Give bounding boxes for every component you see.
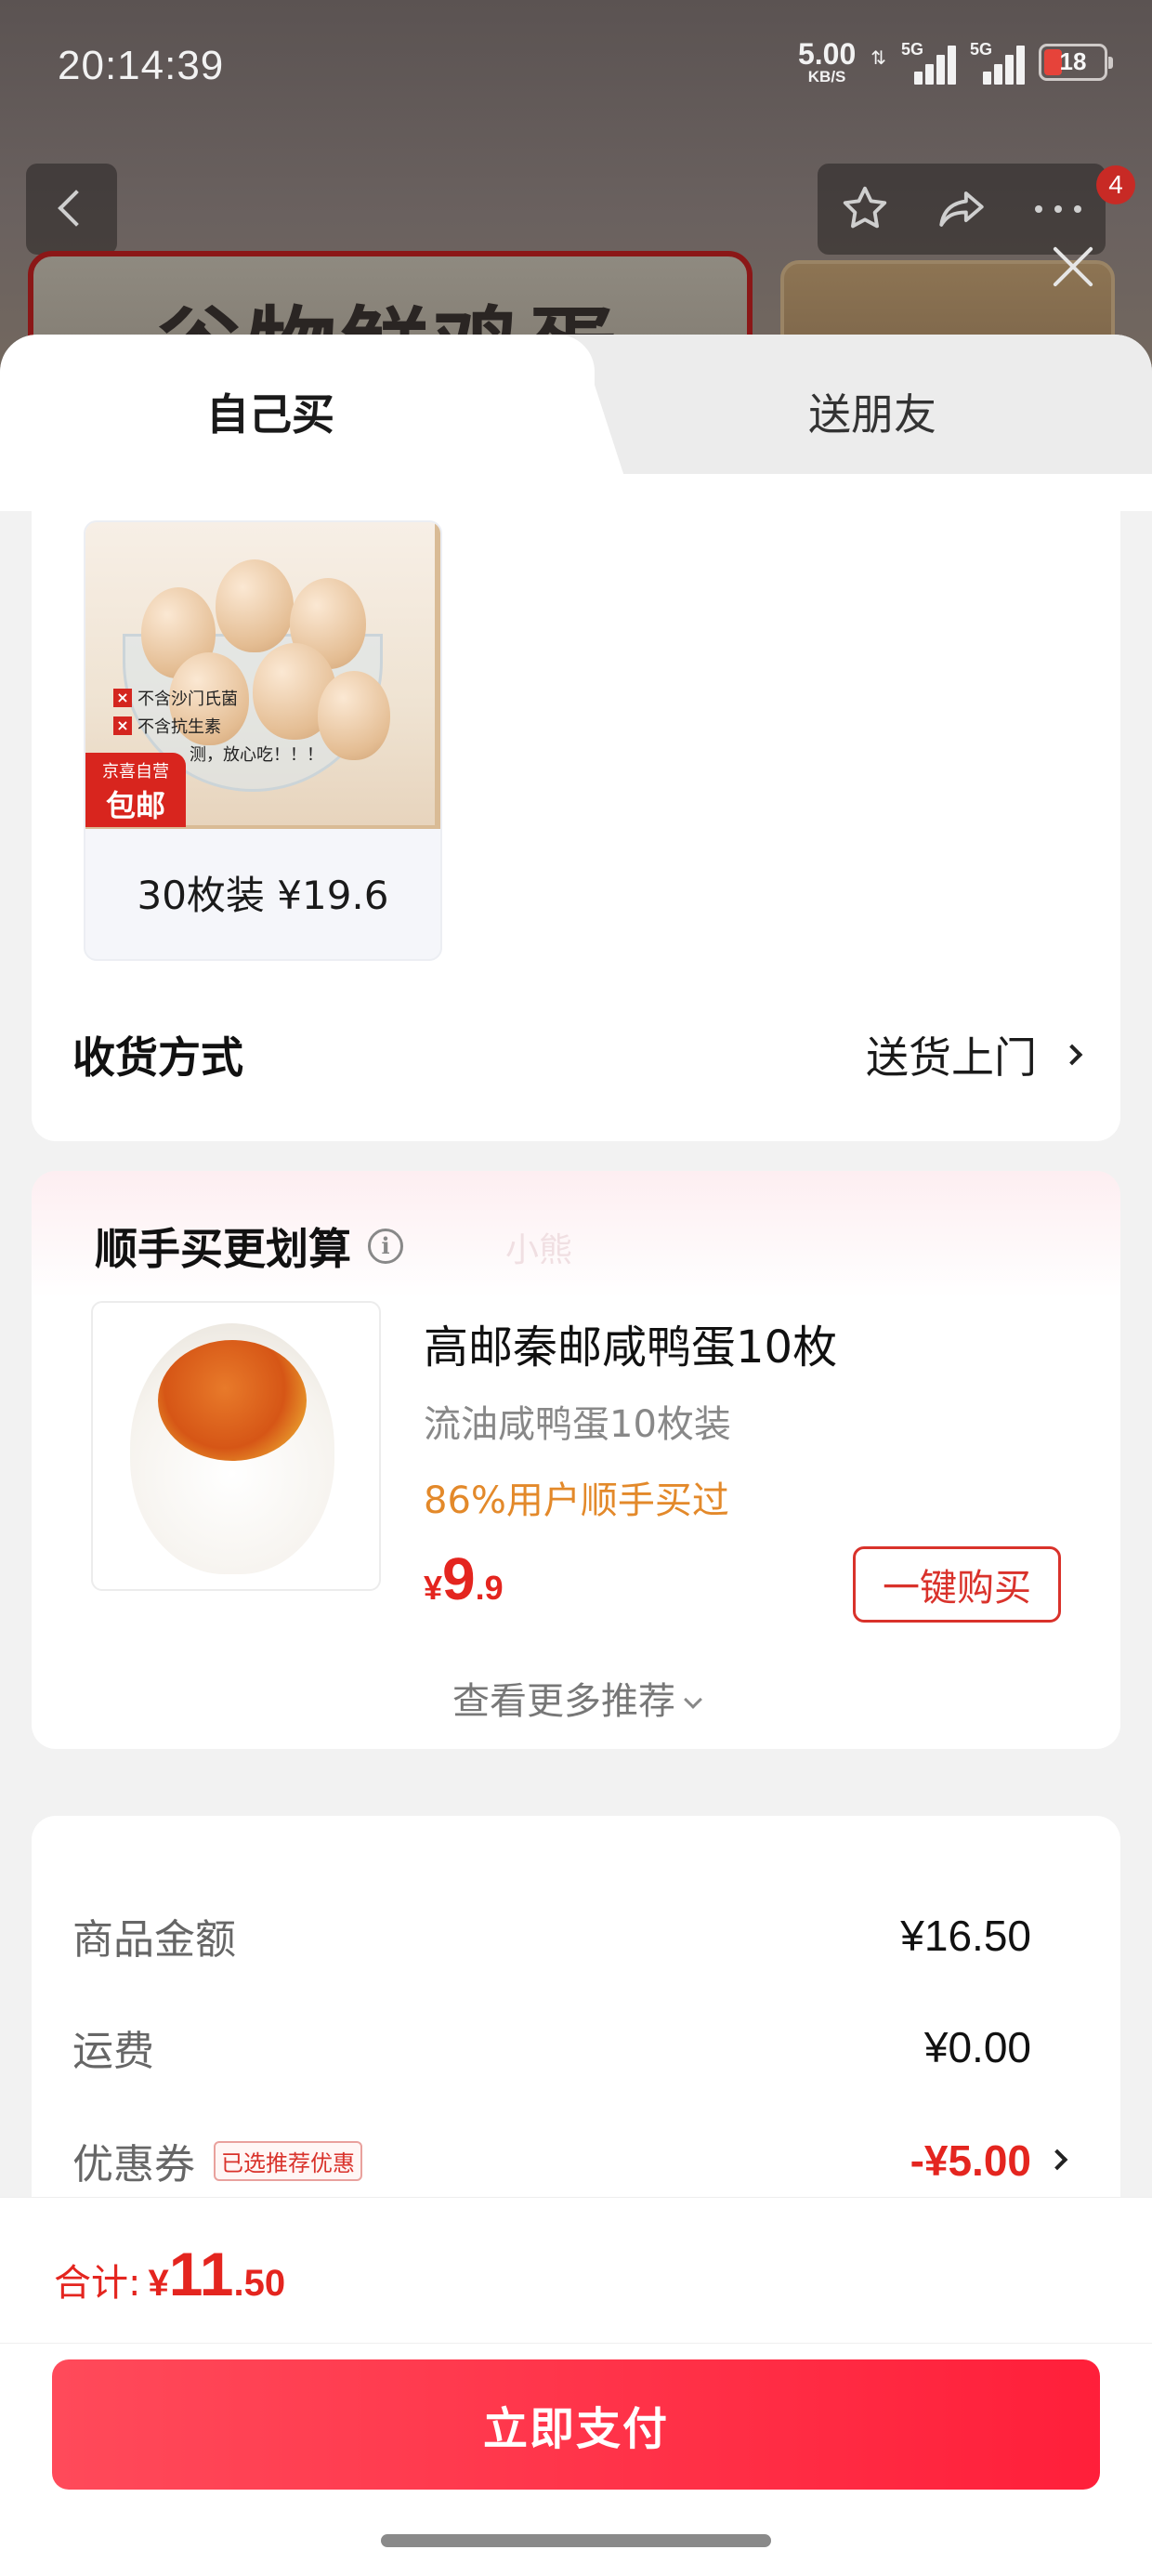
goods-amount-row: 商品金额 ¥16.50: [72, 1903, 1031, 1968]
signal-icon: 5G: [970, 39, 1025, 85]
signal-label: 5G: [970, 39, 993, 59]
coupon-recommended-tag: 已选推荐优惠: [214, 2140, 362, 2181]
tab-self-buy-label[interactable]: 自己买: [206, 381, 334, 442]
price-currency: ¥: [424, 1569, 443, 1607]
signal-label: 5G: [901, 39, 924, 59]
total-currency: ¥: [148, 2263, 169, 2304]
coupon-value: -¥5.00: [910, 2136, 1031, 2185]
back-arrow-icon: [26, 164, 117, 255]
home-indicator[interactable]: [381, 2534, 771, 2547]
recommended-product-image[interactable]: [91, 1301, 381, 1591]
share-icon: [939, 191, 984, 227]
shipping-row: 运费 ¥0.00: [72, 2015, 1031, 2080]
product-label-2: 不含抗生素: [137, 717, 221, 737]
delivery-value: 送货上门: [866, 1032, 1037, 1083]
total-amount: 合计: ¥ 11 .50: [54, 2239, 285, 2309]
delivery-method-row[interactable]: 收货方式 送货上门: [72, 1022, 1083, 1087]
sheet-top-strip: [0, 474, 1152, 511]
product-image: × 不含沙门氏菌 × 不含抗生素 测，放心吃！！！ 京喜自营 包邮: [85, 522, 440, 829]
coupon-label: 优惠券: [72, 2141, 195, 2188]
recommendation-card: 顺手买更划算 i 小熊 高邮秦邮咸鸭蛋10枚 流油咸鸭蛋10枚装 86%用户顺手…: [32, 1171, 1120, 1749]
see-more-recommendations[interactable]: 查看更多推荐: [32, 1671, 1120, 1725]
shipping-value: ¥0.00: [923, 2023, 1031, 2071]
battery-icon: 18: [1039, 43, 1113, 81]
purchase-tabs: 自己买 送朋友: [0, 335, 1152, 493]
product-spec-price: 30枚装 ¥19.6: [137, 873, 389, 918]
tab-gift[interactable]: 送朋友: [808, 381, 936, 442]
chevron-right-icon: [1061, 1044, 1083, 1066]
total-integer: 11: [168, 2240, 234, 2308]
price-summary-card: 商品金额 ¥16.50 运费 ¥0.00 优惠券 已选推荐优惠 -¥5.00: [32, 1816, 1120, 2243]
recommended-product-subtitle: 流油咸鸭蛋10枚装: [424, 1403, 731, 1446]
close-icon[interactable]: [1050, 243, 1096, 290]
price-decimal: .9: [475, 1569, 504, 1607]
battery-level: 18: [1059, 46, 1087, 75]
background-page-overlay: 20:14:39 5.00 KB/S ⇅ 5G 5G 18 4: [0, 0, 1152, 390]
pay-now-button[interactable]: 立即支付: [52, 2359, 1100, 2490]
one-click-buy-button[interactable]: 一键购买: [853, 1546, 1061, 1623]
chevron-right-icon: [1046, 2149, 1068, 2171]
shipping-label: 运费: [72, 2028, 154, 2075]
network-speed-value: 5.00: [797, 37, 857, 71]
goods-amount-value: ¥16.50: [900, 1912, 1031, 1960]
data-arrows-icon: ⇅: [871, 46, 886, 69]
delivery-value-group: 送货上门: [866, 1024, 1083, 1085]
coupon-row[interactable]: 优惠券 已选推荐优惠 -¥5.00: [72, 2128, 1031, 2193]
background-action-bar: [818, 164, 1106, 255]
status-icons: 5.00 KB/S ⇅ 5G 5G 18: [798, 39, 1113, 85]
total-decimal: .50: [233, 2263, 286, 2304]
goods-amount-label: 商品金额: [72, 1916, 236, 1964]
more-dots-icon: [1035, 205, 1081, 213]
status-time: 20:14:39: [58, 43, 225, 88]
delivery-label: 收货方式: [72, 1032, 243, 1083]
recommended-product-stat: 86%用户顺手买过: [424, 1479, 729, 1522]
recommended-product-price: ¥ 9 .9: [424, 1544, 504, 1613]
network-speed: 5.00 KB/S: [798, 39, 856, 85]
see-more-label: 查看更多推荐: [452, 1680, 675, 1723]
cart-count-badge: 4: [1096, 165, 1135, 204]
star-icon: [843, 186, 887, 229]
badge-top-text: 京喜自营: [102, 762, 169, 782]
watermark: 小熊: [505, 1231, 573, 1269]
total-label: 合计:: [54, 2262, 141, 2305]
checkout-bar: 合计: ¥ 11 .50 立即支付: [0, 2197, 1152, 2576]
network-speed-unit: KB/S: [807, 68, 846, 85]
info-icon[interactable]: i: [368, 1229, 403, 1264]
coupon-label-group: 优惠券 已选推荐优惠: [72, 2131, 362, 2190]
signal-icon: 5G: [901, 39, 956, 85]
product-label-1: 不含沙门氏菌: [137, 690, 238, 709]
recommendation-title: 顺手买更划算: [95, 1224, 351, 1274]
chevron-down-icon: [684, 1690, 702, 1709]
recommended-product-name[interactable]: 高邮秦邮咸鸭蛋10枚: [424, 1310, 837, 1375]
price-integer: 9: [442, 1545, 476, 1612]
recommendation-title-group: 顺手买更划算 i: [95, 1216, 403, 1277]
free-shipping-badge: 京喜自营 包邮: [85, 753, 186, 827]
product-option-tile[interactable]: × 不含沙门氏菌 × 不含抗生素 测，放心吃！！！ 京喜自营 包邮 30枚装 ¥19…: [84, 520, 442, 961]
divider: [0, 2343, 1152, 2344]
badge-bottom-text: 包邮: [105, 788, 165, 823]
product-label-3: 测，放心吃！！！: [190, 745, 323, 765]
